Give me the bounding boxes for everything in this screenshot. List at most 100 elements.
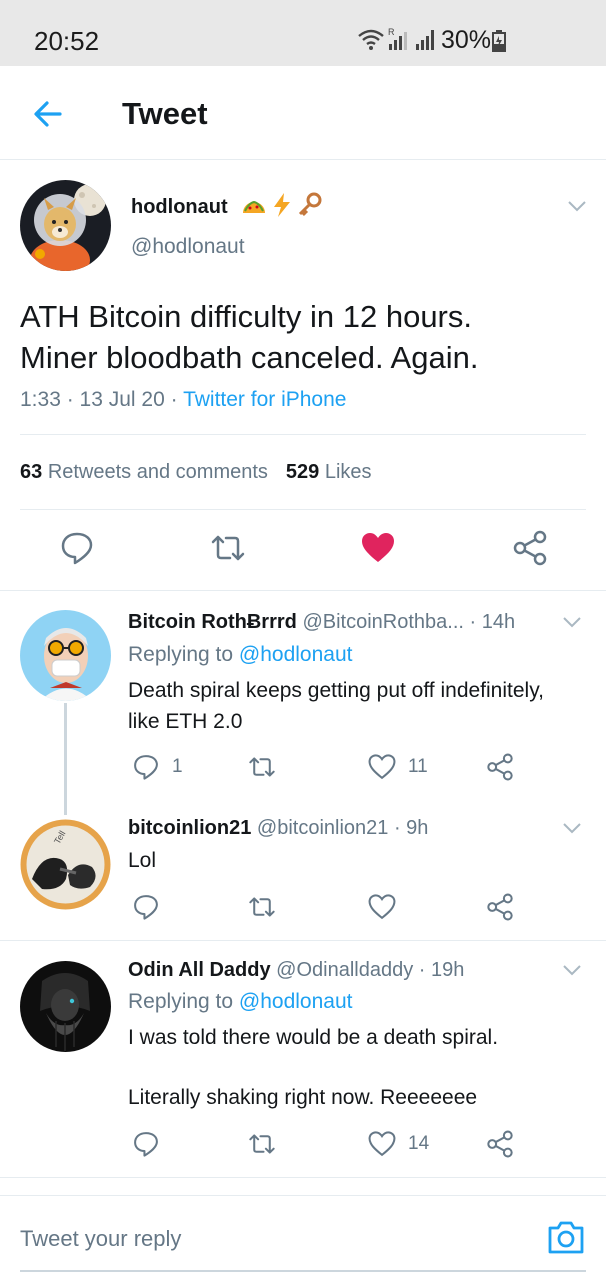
input-underline	[20, 1270, 586, 1272]
tweet-meta: 1:33 · 13 Jul 20 · Twitter for iPhone	[20, 388, 346, 412]
back-arrow-icon[interactable]	[28, 94, 68, 134]
likes-stat[interactable]: 529 Likes	[286, 461, 372, 483]
reply-header: bitcoinlion21 @bitcoinlion21 · 9h	[128, 817, 428, 840]
chevron-down-icon[interactable]	[560, 612, 584, 632]
reply-author-handle[interactable]: @bitcoinlion21 · 9h	[257, 817, 429, 839]
author-handle[interactable]: @hodlonaut	[131, 235, 245, 259]
lightning-icon	[274, 193, 290, 217]
tweet-timestamp: 1:33 · 13 Jul 20 ·	[20, 388, 184, 411]
name-emojis	[240, 191, 324, 219]
retweet-button[interactable]	[248, 892, 276, 922]
share-icon	[487, 893, 513, 921]
like-count: 11	[408, 756, 428, 777]
reply-icon	[134, 1132, 158, 1157]
share-icon[interactable]	[512, 530, 548, 566]
reply-action-bar: 14	[128, 1129, 588, 1159]
reply-button[interactable]	[132, 1129, 160, 1159]
retweet-icon	[249, 757, 275, 777]
retweet-button[interactable]	[248, 1129, 276, 1159]
thread-line	[64, 703, 67, 815]
share-button[interactable]	[486, 892, 514, 922]
reply-icon[interactable]	[59, 530, 95, 566]
masked-man-avatar-icon	[20, 610, 111, 701]
replying-prefix: Replying to	[128, 643, 239, 666]
heart-filled-icon[interactable]	[360, 530, 396, 566]
status-bar: 20:52 R 30%	[0, 0, 606, 66]
page-title: Tweet	[122, 96, 208, 131]
retweets-count: 63	[20, 461, 43, 483]
tweet-text: ATH Bitcoin difficulty in 12 hours. Mine…	[20, 296, 580, 378]
reply-icon	[134, 895, 158, 920]
like-button[interactable]: 11	[368, 752, 428, 782]
reply-button[interactable]	[132, 892, 160, 922]
divider	[20, 434, 586, 435]
chevron-down-icon[interactable]	[565, 196, 589, 216]
battery-percent: 30%	[441, 26, 492, 54]
reply-author-name[interactable]: bitcoinlion21	[128, 817, 251, 839]
share-icon	[487, 1130, 513, 1158]
like-count: 14	[408, 1133, 430, 1154]
share-button[interactable]	[486, 752, 514, 782]
reply-author-handle[interactable]: @BitcoinRothba... · 14h	[302, 611, 515, 633]
lion-avatar-icon: Tell	[20, 819, 111, 910]
camera-icon[interactable]	[546, 1218, 586, 1256]
avatar[interactable]: Tell	[20, 819, 111, 910]
reply-icon	[134, 755, 158, 780]
heart-icon	[368, 1131, 396, 1157]
retweet-icon	[249, 897, 275, 917]
signal-icon	[416, 30, 434, 50]
avatar[interactable]	[20, 180, 111, 271]
app-header: Tweet	[0, 66, 606, 160]
replying-prefix: Replying to	[128, 990, 239, 1013]
share-button[interactable]	[486, 1129, 514, 1159]
reply-text-line: like ETH 2.0	[128, 710, 243, 733]
taco-icon	[243, 200, 265, 213]
reply-author-name[interactable]: Bitcoin RothɃrrrd	[128, 611, 297, 633]
svg-text:R: R	[388, 27, 395, 37]
avatar[interactable]	[20, 610, 111, 701]
reply-author-handle[interactable]: @Odinalldaddy · 19h	[276, 959, 464, 981]
reply-header: Odin All Daddy @Odinalldaddy · 19h	[128, 959, 464, 982]
replying-to: Replying to @hodlonaut	[128, 990, 352, 1014]
reply-text-line: Lol	[128, 849, 157, 872]
retweets-stat[interactable]: 63 Retweets and comments	[20, 461, 268, 483]
reply-count: 1	[172, 756, 183, 777]
divider	[0, 590, 606, 591]
reply-composer: Tweet your reply	[0, 1195, 606, 1280]
divider	[0, 940, 606, 941]
retweet-button[interactable]	[248, 752, 276, 782]
reply-text: Lol	[128, 845, 588, 876]
replying-to-link[interactable]: @hodlonaut	[239, 643, 353, 666]
like-button[interactable]	[368, 892, 396, 922]
like-button[interactable]: 14	[368, 1129, 429, 1159]
reply-action-bar	[128, 892, 588, 922]
divider	[0, 1177, 606, 1178]
chevron-down-icon[interactable]	[560, 960, 584, 980]
replying-to-link[interactable]: @hodlonaut	[239, 990, 353, 1013]
reply-text-line: I was told there would be a death spiral…	[128, 1026, 499, 1049]
tweet-stats: 63 Retweets and comments 529 Likes	[20, 461, 372, 484]
reply-text-line: Death spiral keeps getting put off indef…	[128, 679, 544, 702]
reply-button[interactable]: 1	[132, 752, 183, 782]
tweet-source-link[interactable]: Twitter for iPhone	[183, 388, 346, 411]
author-name[interactable]: hodlonaut	[131, 196, 228, 219]
chevron-down-icon[interactable]	[560, 818, 584, 838]
reply-author-name[interactable]: Odin All Daddy	[128, 959, 271, 981]
tweet-action-bar	[0, 530, 606, 570]
heart-icon	[368, 754, 396, 780]
reply-text: Death spiral keeps getting put off indef…	[128, 675, 588, 737]
tweet-text-line: Miner bloodbath canceled. Again.	[20, 340, 479, 375]
avatar[interactable]	[20, 961, 111, 1052]
tweet-text-line: ATH Bitcoin difficulty in 12 hours.	[20, 299, 472, 334]
retweet-icon[interactable]	[210, 530, 246, 566]
reply-text-line: Literally shaking right now. Reeeeeee	[128, 1086, 478, 1109]
reply-action-bar: 1 11	[128, 752, 588, 782]
divider	[20, 509, 586, 510]
odin-avatar-icon	[20, 961, 111, 1052]
likes-count: 529	[285, 461, 320, 483]
replying-to: Replying to @hodlonaut	[128, 643, 352, 667]
signal-roaming-icon: R	[388, 27, 407, 50]
reply-input[interactable]: Tweet your reply	[20, 1226, 181, 1252]
retweets-label: Retweets and comments	[47, 461, 268, 483]
wifi-icon	[358, 29, 384, 50]
